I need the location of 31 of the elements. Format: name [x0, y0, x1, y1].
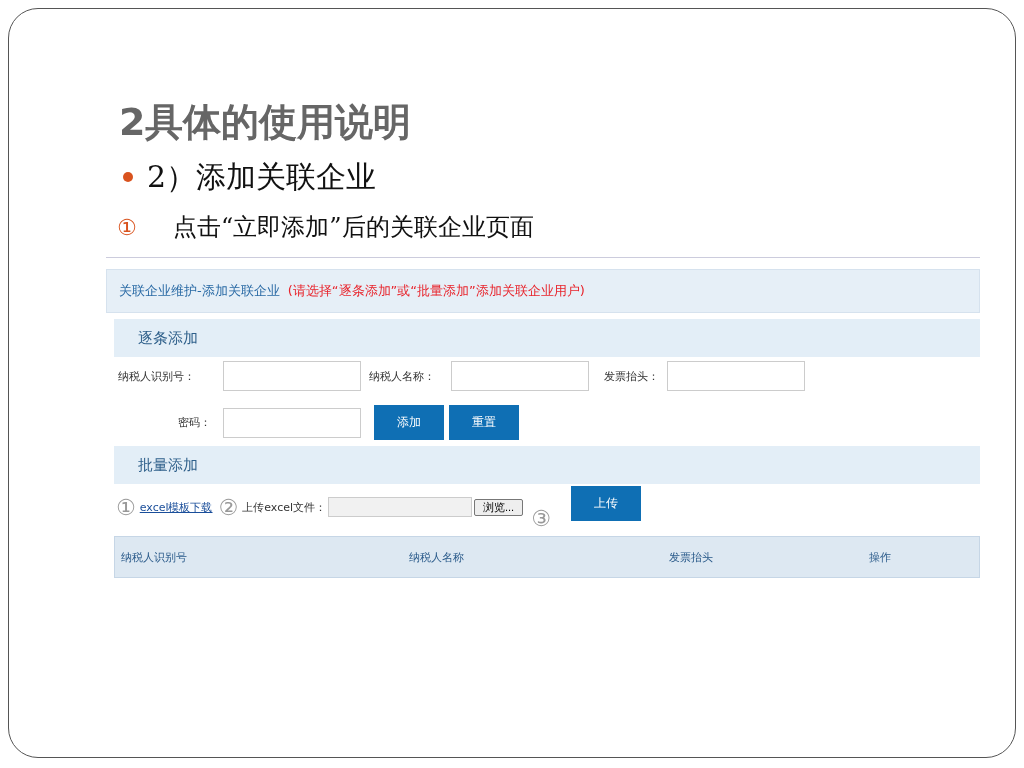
input-field[interactable]	[223, 361, 361, 391]
column-header: 操作	[869, 549, 891, 565]
hint-text: (请选择“逐条添加”或“批量添加”添加关联企业用户)	[287, 282, 585, 300]
circled-number: ③	[531, 505, 551, 531]
upload-button[interactable]: 上传	[570, 485, 641, 521]
step-number: ①	[117, 214, 138, 240]
form-button[interactable]: 添加	[374, 405, 444, 440]
circled-number: ②	[218, 494, 239, 520]
section-title: 批量添加	[138, 455, 198, 475]
field-label: 纳税人名称：	[368, 368, 436, 384]
browse-button[interactable]: 浏览...	[474, 498, 524, 516]
bullet-text: 2）添加关联企业	[147, 157, 377, 196]
column-header: 纳税人识别号	[120, 549, 188, 565]
step-text: 点击“立即添加”后的关联企业页面	[173, 212, 534, 243]
template-download-link[interactable]: excel模板下载	[139, 499, 213, 515]
input-field[interactable]	[223, 407, 361, 438]
slide-title: 2具体的使用说明	[119, 99, 413, 146]
file-path-field[interactable]	[328, 497, 472, 517]
circled-number: ①	[116, 494, 136, 520]
field-label: 密码：	[177, 415, 212, 430]
column-header: 纳税人名称	[409, 549, 465, 565]
field-label: 发票抬头：	[603, 368, 660, 384]
breadcrumb: 关联企业维护-添加关联企业	[119, 282, 280, 300]
column-header: 发票抬头	[669, 549, 714, 565]
input-field[interactable]	[451, 361, 589, 391]
field-label: 纳税人识别号：	[118, 368, 196, 384]
bullet-icon	[123, 172, 133, 182]
form-button[interactable]: 重置	[449, 405, 519, 440]
upload-label: 上传excel文件：	[242, 499, 326, 515]
input-field[interactable]	[667, 361, 805, 391]
section-title: 逐条添加	[138, 328, 198, 348]
